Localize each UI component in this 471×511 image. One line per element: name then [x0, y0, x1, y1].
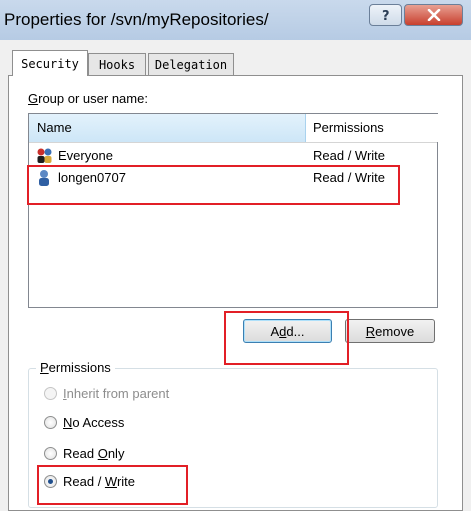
- annotation-box-add: [224, 311, 349, 365]
- radio-inherit-from-parent[interactable]: Inherit from parent: [44, 383, 169, 403]
- annotation-box-user: [27, 165, 400, 205]
- close-icon: [427, 9, 440, 21]
- close-button[interactable]: [404, 4, 463, 26]
- radio-indicator: [44, 446, 57, 460]
- group-icon: [37, 148, 52, 163]
- radio-read-only[interactable]: Read Only: [44, 443, 124, 463]
- window-title: Properties for /svn/myRepositories/: [4, 10, 269, 29]
- list-item-everyone[interactable]: Everyone Read / Write: [29, 145, 437, 167]
- svg-text:?: ?: [382, 9, 390, 22]
- column-header-name[interactable]: Name: [29, 114, 306, 142]
- remove-button[interactable]: Remove: [345, 319, 435, 343]
- column-header-permissions[interactable]: Permissions: [307, 114, 443, 142]
- tab-security[interactable]: Security: [12, 50, 88, 76]
- tab-hooks[interactable]: Hooks: [88, 53, 146, 75]
- permissions-legend: Permissions: [36, 360, 115, 375]
- radio-indicator: [44, 386, 57, 400]
- radio-no-access[interactable]: No Access: [44, 412, 124, 432]
- radio-indicator: [44, 415, 57, 429]
- annotation-box-read-write: [37, 465, 188, 505]
- help-icon: ?: [382, 9, 390, 22]
- list-item-name: Everyone: [58, 148, 113, 163]
- group-or-user-label: Group or user name:: [28, 91, 148, 106]
- help-button[interactable]: ?: [369, 4, 402, 26]
- list-item-permissions: Read / Write: [313, 148, 386, 163]
- tab-delegation[interactable]: Delegation: [148, 53, 234, 75]
- list-header: Name Permissions: [29, 114, 443, 143]
- title-bar: Properties for /svn/myRepositories/ ?: [0, 0, 471, 41]
- users-list[interactable]: Name Permissions Everyone Read / Write l…: [28, 113, 443, 308]
